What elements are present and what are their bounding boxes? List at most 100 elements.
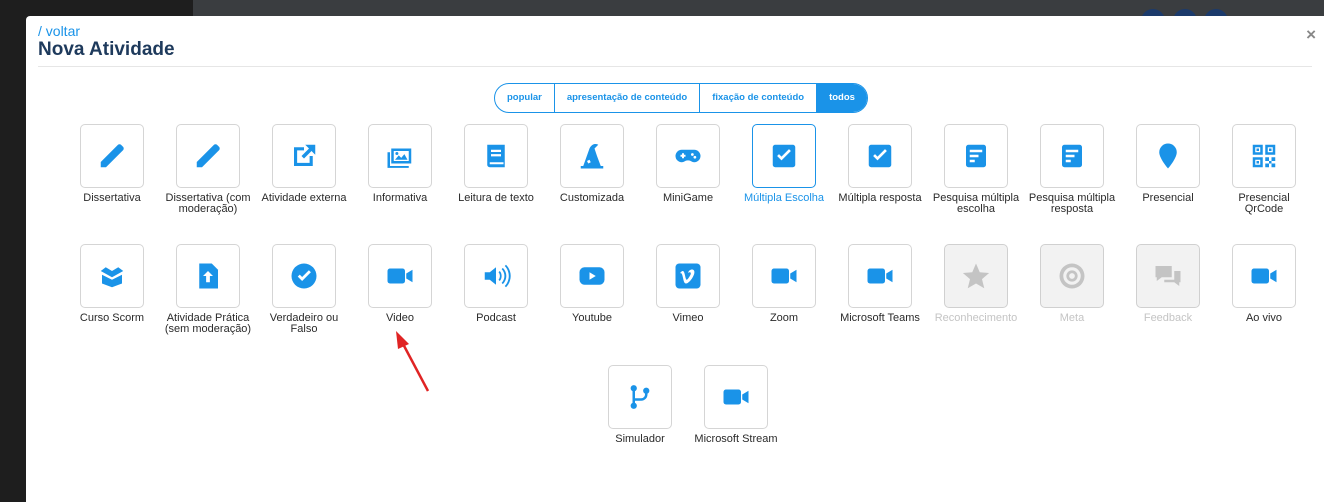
map-pin-icon	[1159, 143, 1177, 169]
filter-tabs: popular apresentação de conteúdo fixação…	[494, 83, 868, 113]
activity-tile-label: Zoom	[769, 312, 799, 324]
target-icon	[1059, 263, 1085, 289]
activity-tile-box	[656, 244, 720, 308]
activity-tile-video[interactable]: Video	[355, 244, 445, 324]
volume-icon	[484, 264, 511, 288]
activity-tile-label: Curso Scorm	[79, 312, 145, 324]
activity-tile-pesquisa-multipla-escolha[interactable]: Pesquisa múltipla escolha	[931, 124, 1021, 215]
activity-tile-presencial-qrcode[interactable]: Presencial QrCode	[1219, 124, 1309, 215]
activity-tile-ao-vivo[interactable]: Ao vivo	[1219, 244, 1309, 324]
activity-tile-box	[80, 124, 144, 188]
activity-tile-label: Podcast	[476, 312, 516, 324]
activity-tile-label: Reconhecimento	[934, 312, 1018, 324]
activity-tile-label: Vimeo	[672, 312, 704, 324]
activity-tile-vimeo[interactable]: Vimeo	[643, 244, 733, 324]
video-camera-icon	[723, 389, 749, 405]
activity-tile-label: Meta	[1059, 312, 1085, 324]
video-camera-icon	[771, 268, 797, 284]
activity-tile-podcast[interactable]: Podcast	[451, 244, 541, 324]
activity-tile-label: Customizada	[559, 192, 625, 204]
video-camera-icon	[1251, 268, 1277, 284]
activity-tile-box	[176, 244, 240, 308]
activity-tile-label: Presencial QrCode	[1238, 192, 1290, 215]
activity-tile-verdadeiro-ou-falso[interactable]: Verdadeiro ou Falso	[259, 244, 349, 335]
activity-tile-label: Ao vivo	[1245, 312, 1283, 324]
qrcode-icon	[1252, 144, 1276, 168]
activity-tile-box	[848, 124, 912, 188]
activity-tile-curso-scorm[interactable]: Curso Scorm	[67, 244, 157, 324]
back-link[interactable]: / voltar	[38, 23, 80, 39]
activity-tile-label: Verdadeiro ou Falso	[269, 312, 339, 335]
filter-content-fixation[interactable]: fixação de conteúdo	[700, 84, 818, 112]
activity-tile-box	[752, 124, 816, 188]
activity-tile-label: Pesquisa múltipla resposta	[1028, 192, 1116, 215]
activity-tile-microsoft-teams[interactable]: Microsoft Teams	[835, 244, 925, 324]
activity-tile-informativa[interactable]: Informativa	[355, 124, 445, 204]
activity-tile-atividade-externa[interactable]: Atividade externa	[259, 124, 349, 204]
activity-tile-label: Múltipla resposta	[838, 192, 922, 204]
check-circle-icon	[291, 263, 317, 289]
activity-tile-leitura-de-texto[interactable]: Leitura de texto	[451, 124, 541, 204]
activity-tile-box	[1040, 244, 1104, 308]
filter-all[interactable]: todos	[817, 84, 867, 112]
vimeo-icon	[675, 263, 701, 289]
wizard-hat-icon	[580, 144, 604, 169]
activity-tile-box	[1040, 124, 1104, 188]
activity-tile-box	[272, 124, 336, 188]
activity-tile-label: Dissertativa (com moderação)	[165, 192, 251, 215]
activity-tile-box	[464, 244, 528, 308]
activity-tile-label: MiniGame	[662, 192, 714, 204]
box-open-icon	[100, 267, 124, 288]
activity-tile-microsoft-stream[interactable]: Microsoft Stream	[691, 365, 781, 445]
activity-tile-label: Microsoft Teams	[840, 312, 920, 324]
activity-tile-box	[560, 244, 624, 308]
activity-tile-zoom[interactable]: Zoom	[739, 244, 829, 324]
activity-tile-label: Microsoft Stream	[694, 433, 778, 445]
activity-tile-youtube[interactable]: Youtube	[547, 244, 637, 324]
activity-tile-minigame[interactable]: MiniGame	[643, 124, 733, 204]
activity-tile-reconhecimento: Reconhecimento	[931, 244, 1021, 324]
activity-tile-label: Múltipla Escolha	[743, 192, 825, 204]
youtube-icon	[579, 267, 605, 285]
activity-tile-multipla-resposta[interactable]: Múltipla resposta	[835, 124, 925, 204]
activity-tile-box	[368, 244, 432, 308]
activity-tile-label: Atividade externa	[261, 192, 347, 204]
activity-tile-multipla-escolha[interactable]: Múltipla Escolha	[739, 124, 829, 204]
external-link-icon	[294, 144, 316, 166]
modal-title: Nova Atividade	[38, 39, 175, 60]
video-camera-icon	[387, 268, 413, 284]
activity-tile-dissertativa[interactable]: Dissertativa	[67, 124, 157, 204]
activity-tile-simulador[interactable]: Simulador	[595, 365, 685, 445]
activity-tile-box	[464, 124, 528, 188]
activity-tile-box	[176, 124, 240, 188]
activity-tile-label: Leitura de texto	[458, 192, 534, 204]
activity-tile-label: Feedback	[1143, 312, 1193, 324]
images-icon	[387, 148, 412, 168]
activity-tile-dissertativa-com-moderacao[interactable]: Dissertativa (com moderação)	[163, 124, 253, 215]
activity-tile-box	[272, 244, 336, 308]
activity-tile-customizada[interactable]: Customizada	[547, 124, 637, 204]
activity-tile-box	[560, 124, 624, 188]
activity-tile-label: Simulador	[615, 433, 665, 445]
activity-tile-pesquisa-multipla-resposta[interactable]: Pesquisa múltipla resposta	[1027, 124, 1117, 215]
book-icon	[487, 144, 505, 168]
close-icon[interactable]: ×	[1306, 25, 1316, 45]
gamepad-icon	[675, 149, 701, 163]
activity-tile-box	[752, 244, 816, 308]
header-divider	[38, 66, 1312, 67]
activity-tile-label: Informativa	[372, 192, 428, 204]
filter-popular[interactable]: popular	[495, 84, 555, 112]
activity-tile-box	[944, 244, 1008, 308]
checkbox-icon	[772, 144, 796, 168]
activity-tile-atividade-pratica-sem-moderacao[interactable]: Atividade Prática (sem moderação)	[163, 244, 253, 335]
code-branch-icon	[630, 385, 650, 409]
activity-tile-box	[944, 124, 1008, 188]
new-activity-modal: / voltar Nova Atividade × popular aprese…	[26, 16, 1324, 502]
activity-tile-feedback: Feedback	[1123, 244, 1213, 324]
filter-content-presentation[interactable]: apresentação de conteúdo	[555, 84, 701, 112]
pencil-icon	[100, 144, 124, 168]
pencil-icon	[196, 144, 220, 168]
activity-tile-presencial[interactable]: Presencial	[1123, 124, 1213, 204]
activity-tile-box	[1136, 244, 1200, 308]
activity-tile-meta: Meta	[1027, 244, 1117, 324]
